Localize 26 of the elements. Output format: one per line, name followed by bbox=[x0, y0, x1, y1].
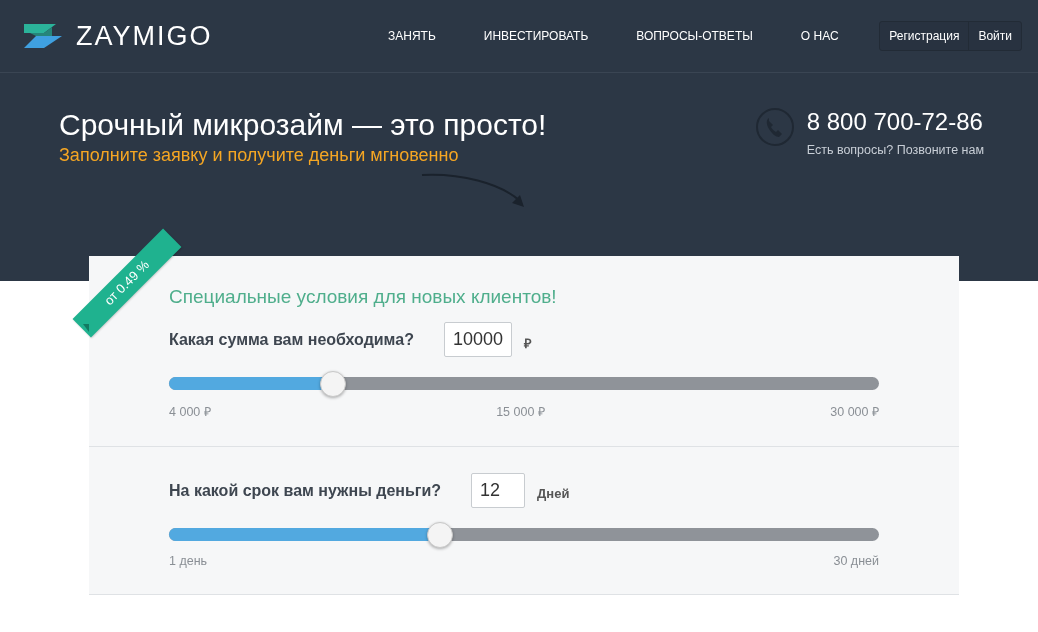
slider[interactable] bbox=[169, 522, 879, 548]
scale-label: 1 день bbox=[169, 554, 208, 568]
nav-link[interactable]: ИНВЕСТИРОВАТЬ bbox=[459, 25, 613, 47]
hero-subtitle: Заполните заявку и получите деньги мгновенно bbox=[59, 145, 460, 166]
unit-label: Дней bbox=[537, 486, 570, 501]
nav-link[interactable]: О НАС bbox=[776, 25, 863, 47]
auth-button[interactable]: Регистрация bbox=[880, 22, 969, 50]
scale-label: 30 дней bbox=[833, 554, 879, 568]
slider-thumb[interactable] bbox=[320, 371, 347, 397]
logo-icon bbox=[24, 24, 62, 48]
logo-text[interactable]: ZAYMIGO bbox=[76, 20, 213, 52]
hero-title: Срочный микрозайм — это просто! bbox=[59, 107, 547, 143]
scale-label: 15 000 ₽ bbox=[496, 404, 545, 420]
slider-thumb[interactable] bbox=[426, 522, 453, 548]
scale-label: 30 000 ₽ bbox=[830, 404, 879, 420]
phone-number[interactable]: 8 800 700-72-86 bbox=[806, 107, 984, 137]
scale-label: 4 000 ₽ bbox=[169, 404, 211, 420]
value-input[interactable]: 12 bbox=[471, 473, 526, 508]
nav-link[interactable]: ВОПРОСЫ-ОТВЕТЫ bbox=[612, 25, 777, 47]
value-input[interactable]: 10000 bbox=[443, 322, 512, 357]
auth-button[interactable]: Войти bbox=[968, 22, 1021, 50]
question-label: На какой срок вам нужны деньги? bbox=[169, 481, 442, 500]
phone-note: Есть вопросы? Позвоните нам bbox=[806, 143, 984, 157]
slider[interactable] bbox=[169, 371, 879, 397]
nav-link[interactable]: ЗАНЯТЬ bbox=[364, 25, 460, 47]
unit-label: ₽ bbox=[524, 334, 532, 352]
